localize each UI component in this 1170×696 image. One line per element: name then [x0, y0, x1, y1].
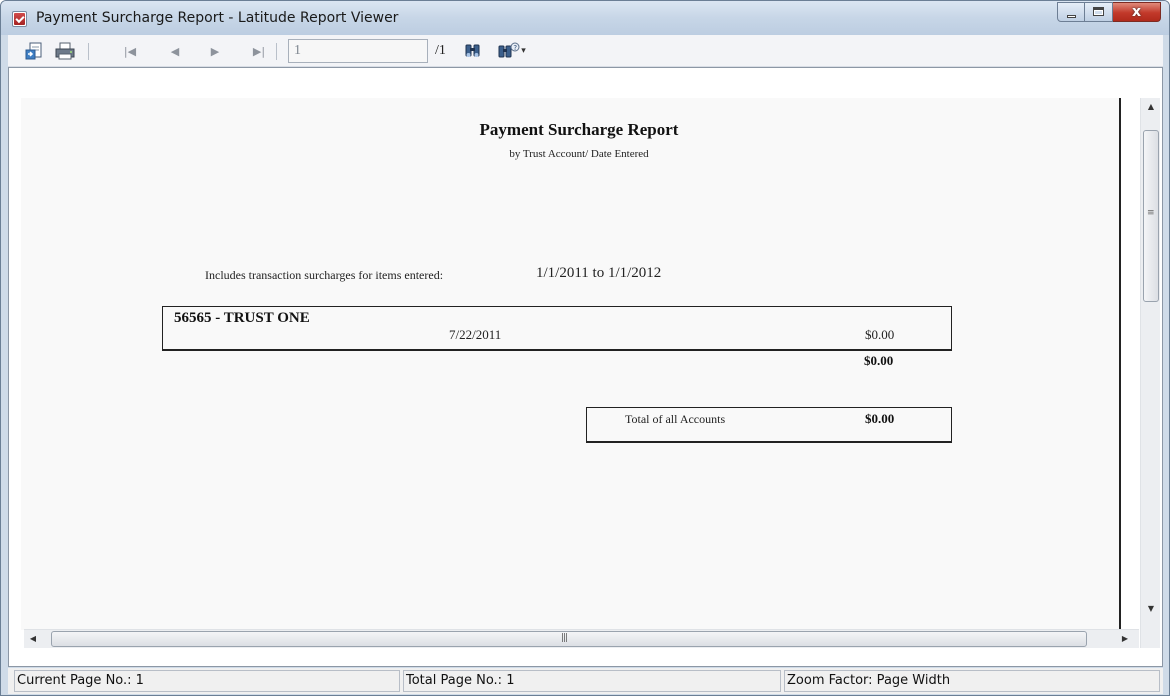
next-page-icon: ▶ [210, 44, 220, 58]
account-date: 7/22/2011 [449, 327, 502, 342]
current-page-status: Current Page No.: 1 [14, 670, 400, 692]
total-page-status: Total Page No.: 1 [403, 670, 781, 692]
account-subtotal: $0.00 [864, 353, 894, 368]
first-page-icon: |◀ [123, 44, 137, 58]
page-edge [1119, 98, 1121, 631]
minimize-button[interactable] [1057, 2, 1085, 22]
minimize-icon [1067, 15, 1076, 18]
find-dropdown-icon: ▾ [521, 46, 526, 56]
maximize-icon [1093, 7, 1104, 16]
print-icon [55, 42, 75, 60]
toolbar-separator [276, 43, 277, 60]
last-page-icon: ▶| [252, 44, 266, 58]
grip-icon: ||| [561, 633, 568, 643]
total-label: Total of all Accounts [625, 412, 726, 426]
page-total-label: /1 [435, 43, 446, 58]
previous-page-button[interactable]: ◀ [165, 35, 185, 67]
close-icon: x [1131, 4, 1142, 20]
find-options-button[interactable]: ? ▾ [494, 35, 530, 67]
window-title: Payment Surcharge Report - Latitude Repo… [36, 10, 399, 26]
grip-icon: ≡ [1147, 208, 1155, 218]
scroll-left-icon[interactable]: ◀ [24, 630, 42, 648]
find-options-icon: ? [498, 42, 520, 58]
export-icon [25, 42, 42, 60]
scroll-down-icon[interactable]: ▼ [1141, 600, 1161, 618]
close-button[interactable]: x [1113, 2, 1161, 22]
next-page-button[interactable]: ▶ [205, 35, 225, 67]
find-button[interactable] [462, 35, 484, 67]
date-range: 1/1/2011 to 1/1/2012 [536, 265, 662, 281]
first-page-button[interactable]: |◀ [120, 35, 140, 67]
svg-text:?: ? [514, 44, 518, 52]
report-viewer-window: Payment Surcharge Report - Latitude Repo… [0, 0, 1170, 696]
title-bar: Payment Surcharge Report - Latitude Repo… [1, 1, 1169, 35]
toolbar-separator [88, 43, 89, 60]
window-controls: x [1057, 2, 1161, 22]
account-amount: $0.00 [865, 327, 895, 342]
print-button[interactable] [52, 35, 78, 67]
report-subtitle: by Trust Account/ Date Entered [509, 148, 649, 160]
vertical-scroll-thumb[interactable]: ≡ [1143, 130, 1159, 302]
horizontal-scrollbar[interactable]: ◀ ||| ▶ [24, 629, 1139, 648]
horizontal-scroll-thumb[interactable]: ||| [51, 631, 1087, 647]
includes-label: Includes transaction surcharges for item… [205, 268, 444, 282]
last-page-button[interactable]: ▶| [249, 35, 269, 67]
export-button[interactable] [22, 35, 46, 67]
app-icon [12, 11, 27, 27]
scroll-right-icon[interactable]: ▶ [1116, 630, 1134, 648]
maximize-button[interactable] [1085, 2, 1113, 22]
report-title: Payment Surcharge Report [479, 120, 679, 139]
report-page [21, 98, 1119, 630]
find-icon [465, 44, 480, 57]
previous-page-icon: ◀ [170, 44, 180, 58]
scroll-up-icon[interactable]: ▲ [1141, 98, 1161, 116]
account-name: 56565 - TRUST ONE [174, 310, 310, 326]
zoom-factor-status: Zoom Factor: Page Width [784, 670, 1160, 692]
account-section: 56565 - TRUST ONE 7/22/2011 $0.00 [162, 306, 952, 351]
page-number-input[interactable]: 1 [288, 39, 428, 63]
status-bar: Current Page No.: 1 Total Page No.: 1 Zo… [8, 668, 1163, 694]
total-amount: $0.00 [865, 411, 895, 426]
toolbar: |◀ ◀ ▶ ▶| 1 /1 ? ▾ [8, 35, 1163, 67]
report-viewport: Payment Surcharge Report by Trust Accoun… [8, 67, 1163, 667]
vertical-scrollbar[interactable]: ▲ ≡ ▼ [1140, 98, 1160, 648]
total-section: Total of all Accounts $0.00 [586, 407, 952, 443]
